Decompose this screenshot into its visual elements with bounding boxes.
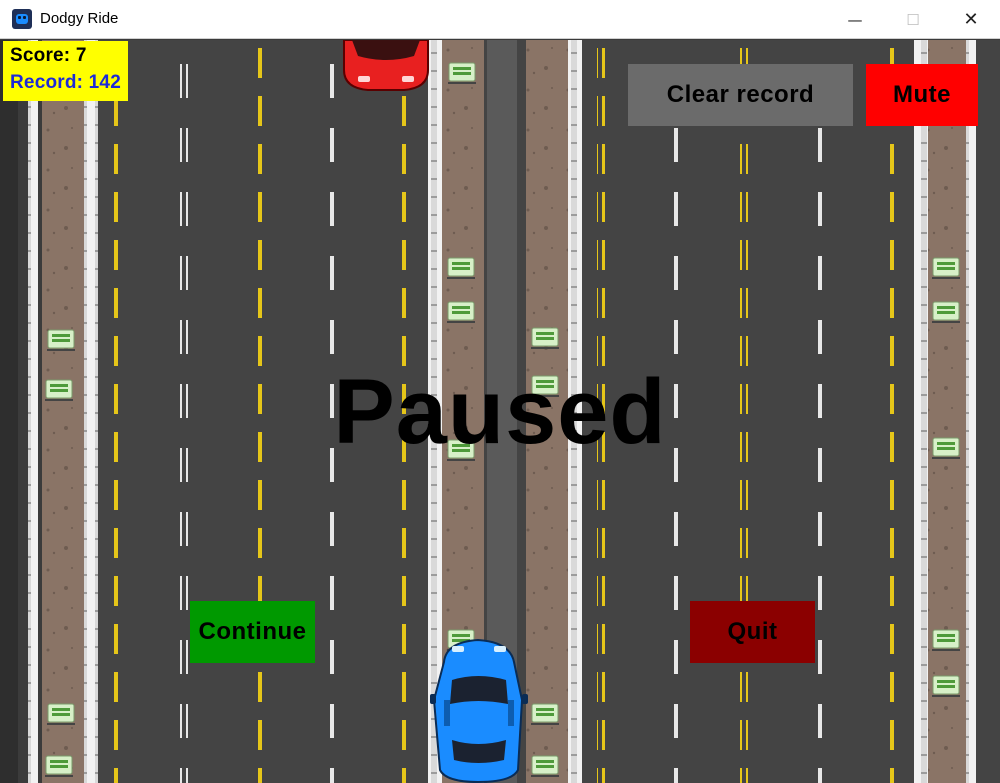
clear-record-button[interactable]: Clear record [628, 64, 853, 126]
quit-button[interactable]: Quit [690, 601, 815, 663]
window-title-bar: Dodgy Ride — ☐ ✕ [0, 0, 1000, 39]
player-car [430, 638, 528, 783]
paused-title: Paused [333, 361, 667, 463]
window-title: Dodgy Ride [40, 10, 119, 27]
record-value: Record: 142 [10, 72, 121, 93]
mute-button[interactable]: Mute [866, 64, 978, 126]
app-car-icon [12, 9, 32, 29]
score-value: Score: 7 [10, 45, 87, 66]
score-panel: Score: 7 Record: 142 [3, 41, 128, 101]
maximize-button[interactable]: ☐ [890, 0, 936, 39]
close-button[interactable]: ✕ [948, 0, 994, 39]
continue-button[interactable]: Continue [190, 601, 315, 663]
minimize-button[interactable]: — [832, 0, 878, 39]
enemy-car [343, 40, 429, 91]
